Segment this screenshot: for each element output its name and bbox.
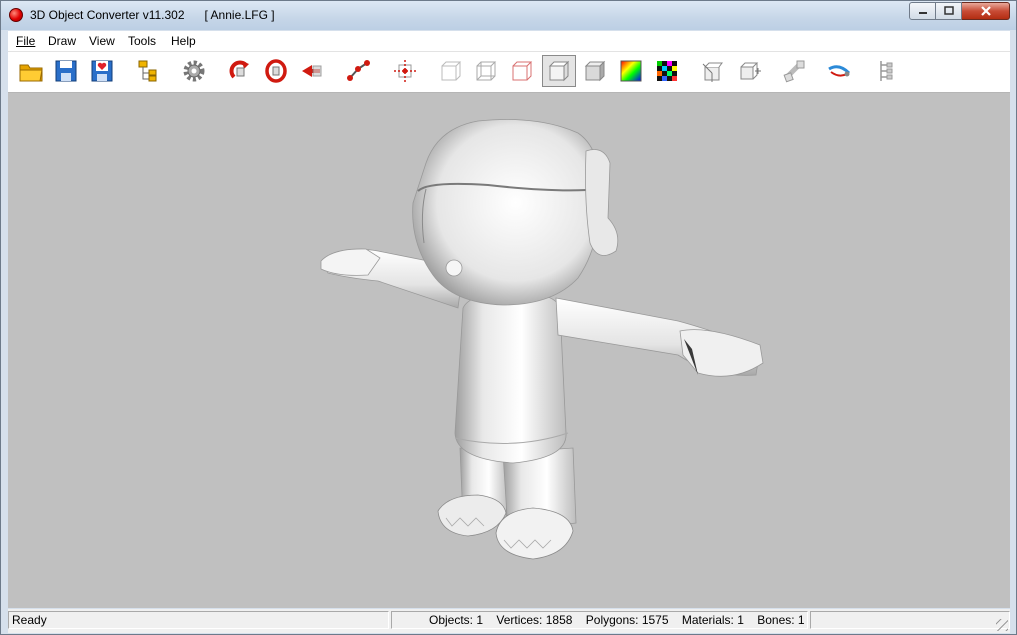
camera-button[interactable] (824, 56, 854, 86)
menu-view-label: View (89, 34, 115, 48)
vertex-edit-button[interactable] (344, 56, 374, 86)
normals-button[interactable] (698, 56, 728, 86)
vertices-count: Vertices: 1858 (496, 613, 573, 627)
object-tree-icon (138, 60, 157, 82)
window-controls (909, 2, 1010, 20)
left-shoe (437, 494, 507, 537)
head (412, 119, 601, 306)
vertex-edit-icon (347, 60, 370, 81)
camera-icon (828, 65, 851, 77)
objects-count: Objects: 1 (429, 613, 484, 627)
wireframe-button[interactable] (436, 56, 466, 86)
menu-draw-label: Draw (48, 34, 77, 48)
character-model (320, 119, 764, 560)
menu-tools-label: Tools (128, 34, 157, 48)
pivot-button[interactable] (390, 56, 420, 86)
normals-icon (702, 62, 723, 82)
model-stats-panel: Objects: 1 Vertices: 1858 Polygons: 1575… (391, 611, 808, 629)
close-icon (980, 6, 991, 16)
bounding-box-button[interactable] (734, 56, 764, 86)
flip-button[interactable] (297, 56, 327, 86)
right-shoe (495, 507, 574, 560)
menu-help[interactable]: Help (171, 34, 196, 48)
rotate-x-icon (229, 60, 249, 79)
wireframe-red-icon (512, 61, 533, 81)
hierarchy-icon (880, 61, 893, 81)
save-icon (55, 60, 77, 82)
object-tree-button[interactable] (133, 56, 163, 86)
status-text-panel: Ready (8, 611, 389, 629)
open-button[interactable] (16, 56, 46, 86)
headphone (585, 149, 619, 256)
pivot-icon (394, 60, 416, 82)
texture-view-button[interactable] (616, 56, 646, 86)
close-button[interactable] (962, 2, 1010, 20)
menu-file-label: File (16, 34, 36, 48)
rotate-x-button[interactable] (225, 56, 255, 86)
app-title: 3D Object Converter v11.302 (30, 8, 185, 22)
polygons-count: Polygons: 1575 (585, 613, 669, 627)
file-title: [ Annie.LFG ] (204, 8, 275, 22)
save-favorite-button[interactable] (87, 56, 117, 86)
save-button[interactable] (51, 56, 81, 86)
minimize-icon (918, 12, 927, 14)
solid-cube-icon (548, 60, 570, 82)
status-bar: Ready Objects: 1 Vertices: 1858 Polygons… (8, 609, 1010, 633)
solid-view-button[interactable] (542, 55, 576, 87)
status-empty-panel (810, 611, 1010, 629)
flip-icon (302, 65, 322, 77)
maximize-icon (943, 6, 954, 15)
settings-button[interactable] (179, 56, 209, 86)
3d-viewport[interactable] (8, 93, 1010, 608)
menu-view[interactable]: View (89, 34, 115, 48)
resize-grip[interactable] (996, 619, 1008, 631)
open-folder-icon (19, 64, 43, 82)
bones-button[interactable] (780, 56, 810, 86)
shaded-cube-icon (584, 60, 606, 82)
bounding-box-icon (740, 62, 761, 80)
settings-gear-icon (183, 60, 205, 82)
materials-count: Materials: 1 (681, 613, 744, 627)
checker-texture-icon (657, 61, 677, 81)
menu-file[interactable]: File (16, 34, 35, 48)
menu-help-label: Help (171, 34, 196, 48)
shaded-view-button[interactable] (580, 56, 610, 86)
menu-draw[interactable]: Draw (48, 34, 76, 48)
save-favorite-icon (91, 60, 113, 82)
hierarchy-button[interactable] (870, 56, 900, 86)
app-logo-icon[interactable] (9, 8, 23, 22)
wireframe-icon (441, 61, 462, 81)
wireframe-gray-button[interactable] (471, 56, 501, 86)
menu-tools[interactable]: Tools (128, 34, 156, 48)
wireframe-gray-icon (476, 61, 497, 81)
menu-bar: File Draw View Tools Help (8, 31, 1010, 52)
toolbar (8, 52, 1010, 93)
rotate-y-button[interactable] (261, 56, 291, 86)
title-bar[interactable]: 3D Object Converter v11.302 [ Annie.LFG … (1, 1, 1016, 30)
app-window: 3D Object Converter v11.302 [ Annie.LFG … (0, 0, 1017, 635)
rainbow-texture-icon (620, 60, 642, 82)
window-title: 3D Object Converter v11.302 [ Annie.LFG … (30, 8, 275, 22)
wireframe-red-button[interactable] (507, 56, 537, 86)
status-text: Ready (12, 613, 47, 627)
maximize-button[interactable] (936, 2, 962, 20)
nose (445, 259, 463, 277)
checker-view-button[interactable] (652, 56, 682, 86)
bones-count: Bones: 1 (757, 613, 805, 627)
minimize-button[interactable] (909, 2, 936, 20)
torso (454, 290, 567, 464)
rotate-y-icon (265, 59, 287, 83)
bones-icon (783, 60, 805, 83)
